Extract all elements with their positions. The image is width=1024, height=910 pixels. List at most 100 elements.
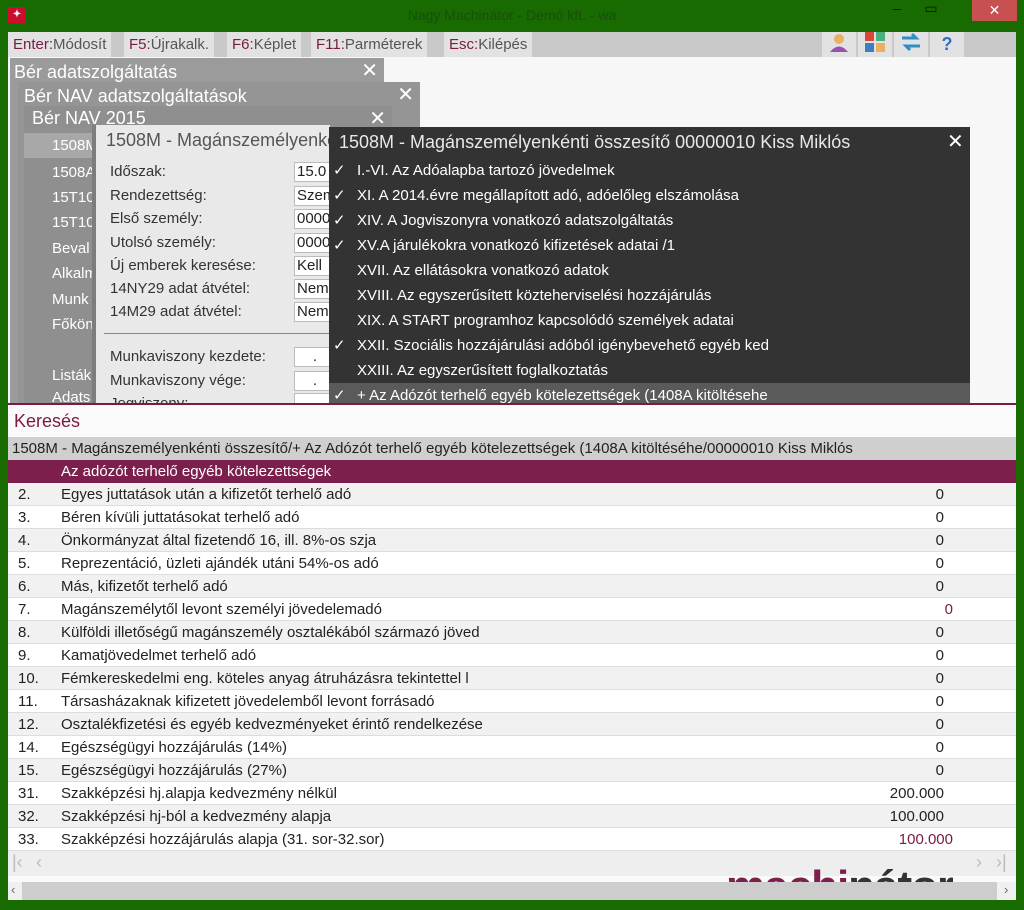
row-value: 0 xyxy=(935,486,944,503)
menu-item[interactable]: XVIII. Az egyszerűsített közteherviselés… xyxy=(329,283,970,308)
row-value: 0 xyxy=(935,693,944,710)
list-item[interactable]: 1508M xyxy=(52,137,98,154)
table-row[interactable]: 2. Egyes juttatások után a kifizetőt terh… xyxy=(8,483,1016,506)
table-row[interactable]: 12. Osztalékfizetési és egyéb kedvezménye… xyxy=(8,713,1016,736)
section-menu: 1508M - Magánszemélyenkénti összesítő 00… xyxy=(329,127,970,403)
list-item[interactable]: Beval xyxy=(52,240,90,257)
ordering-field[interactable]: Szem xyxy=(294,186,330,206)
list-item[interactable]: Munk xyxy=(52,291,89,308)
esc-exit-button[interactable]: Esc:Kilépés xyxy=(444,32,533,57)
table-row[interactable]: 7. Magánszemélytől levont személyi jövede… xyxy=(8,598,1016,621)
employment-start-field[interactable]: . xyxy=(294,347,330,367)
swap-icon[interactable] xyxy=(894,32,928,57)
row-value: 0 xyxy=(935,647,944,664)
maximize-button[interactable]: ▭ xyxy=(914,0,948,21)
scrollbar-thumb[interactable] xyxy=(22,882,997,900)
row-number: 9. xyxy=(18,647,31,664)
last-page-icon[interactable]: ›| xyxy=(996,852,1007,873)
table-row[interactable]: 11. Társasházaknak kifizetett jövedelembő… xyxy=(8,690,1016,713)
key-label: Enter: xyxy=(13,36,54,53)
check-icon: ✓ xyxy=(333,387,346,403)
minimize-button[interactable]: ‒ xyxy=(880,0,914,21)
close-icon[interactable]: ✕ xyxy=(361,58,378,83)
field-label: 14NY29 adat átvétel: xyxy=(110,280,251,297)
table-row[interactable]: 4. Önkormányzat által fizetendő 16, ill. … xyxy=(8,529,1016,552)
table-row[interactable]: 8. Külföldi illetőségű magánszemély oszta… xyxy=(8,621,1016,644)
close-window-button[interactable]: ✕ xyxy=(972,0,1017,21)
menu-item[interactable]: XIX. A START programhoz kapcsolódó szemé… xyxy=(329,308,970,333)
menu-item[interactable]: XXIII. Az egyszerűsített foglalkoztatás xyxy=(329,358,970,383)
table-row[interactable]: 33. Szakképzési hozzájárulás alapja (31. … xyxy=(8,828,1016,851)
prev-page-icon[interactable]: ‹ xyxy=(36,852,42,873)
row-value: 0 xyxy=(935,578,944,595)
14m29-field[interactable]: Nem xyxy=(294,302,330,322)
first-page-icon[interactable]: |‹ xyxy=(12,852,23,873)
menu-item[interactable]: XVII. Az ellátásokra vonatkozó adatok xyxy=(329,258,970,283)
check-icon: ✓ xyxy=(333,237,346,254)
f6-formula-button[interactable]: F6:Képlet xyxy=(227,32,302,57)
check-icon: ✓ xyxy=(333,162,346,179)
horizontal-scrollbar[interactable]: ‹ › xyxy=(8,882,1016,900)
list-item[interactable]: Listák xyxy=(52,367,91,384)
first-person-field[interactable]: 0000 xyxy=(294,209,330,229)
check-icon: ✓ xyxy=(333,212,346,229)
button-label: Kilépés xyxy=(478,36,528,53)
menu-item[interactable]: ✓ I.-VI. Az Adóalapba tartozó jövedelmek xyxy=(329,158,970,183)
title-bar: ✦ Nagy Machinátor - Demó kft. - wa ‒ ▭ ✕ xyxy=(0,0,1024,30)
help-icon[interactable]: ? xyxy=(930,32,964,57)
menu-item[interactable]: ✓ XXII. Szociális hozzájárulási adóból ig… xyxy=(329,333,970,358)
table-row[interactable]: 32. Szakképzési hj-ból a kedvezmény alapj… xyxy=(8,805,1016,828)
new-people-field[interactable]: Kell xyxy=(294,256,330,276)
f5-recalc-button[interactable]: F5:Újrakalk. xyxy=(124,32,215,57)
menu-item-label: XVII. Az ellátásokra vonatkozó adatok xyxy=(357,262,609,279)
close-icon[interactable]: ✕ xyxy=(397,82,414,107)
row-value: 0 xyxy=(935,739,944,756)
next-page-icon[interactable]: › xyxy=(976,852,982,873)
scroll-left-icon[interactable]: ‹ xyxy=(11,882,15,897)
last-person-field[interactable]: 0000 xyxy=(294,233,330,253)
scroll-right-icon[interactable]: › xyxy=(1004,882,1008,897)
f11-parameters-button[interactable]: F11:Parméterek xyxy=(311,32,428,57)
row-description: Béren kívüli juttatásokat terhelő adó xyxy=(61,509,300,526)
table-row[interactable]: 9. Kamatjövedelmet terhelő adó 0 xyxy=(8,644,1016,667)
row-value: 0 xyxy=(935,762,944,779)
table-row[interactable]: 15. Egészségügyi hozzájárulás (27%) 0 xyxy=(8,759,1016,782)
table-row[interactable]: 3. Béren kívüli juttatásokat terhelő adó 0 xyxy=(8,506,1016,529)
employment-end-field[interactable]: . xyxy=(294,371,330,391)
menu-item[interactable]: ✓ XV.A járulékokra vonatkozó kifizetések … xyxy=(329,233,970,258)
row-number: 31. xyxy=(18,785,39,802)
table-row[interactable]: 10. Fémkereskedelmi eng. köteles anyag át… xyxy=(8,667,1016,690)
list-item[interactable]: Alkalm xyxy=(52,265,97,282)
row-value: 0 xyxy=(935,532,944,549)
enter-modify-button[interactable]: Enter:Módosít xyxy=(8,32,112,57)
key-label: Esc: xyxy=(449,36,479,53)
group-header-row[interactable]: Az adózót terhelő egyéb kötelezettségek xyxy=(8,460,1016,483)
menu-item[interactable]: ✓ XIV. A Jogviszonyra vonatkozó adatszolg… xyxy=(329,208,970,233)
tiles-icon[interactable] xyxy=(858,32,892,57)
menu-title: 1508M - Magánszemélyenkénti összesítő 00… xyxy=(339,132,851,152)
user-icon[interactable] xyxy=(822,32,856,57)
row-description: Szakképzési hozzájárulás alapja (31. sor… xyxy=(61,831,385,848)
row-number: 14. xyxy=(18,739,39,756)
table-row[interactable]: 31. Szakképzési hj.alapja kedvezmény nélk… xyxy=(8,782,1016,805)
row-number: 11. xyxy=(18,693,38,710)
table-row[interactable]: 5. Reprezentáció, üzleti ajándék utáni 54… xyxy=(8,552,1016,575)
row-number: 10. xyxy=(18,670,39,687)
menu-item[interactable]: ✓ XI. A 2014.évre megállapított adó, adóe… xyxy=(329,183,970,208)
table-row[interactable]: 14. Egészségügyi hozzájárulás (14%) 0 xyxy=(8,736,1016,759)
list-item[interactable]: 15T10 xyxy=(52,189,95,206)
period-field[interactable]: 15.0 xyxy=(294,162,330,182)
list-item[interactable]: 15T10 xyxy=(52,214,95,231)
menu-item-label: I.-VI. Az Adóalapba tartozó jövedelmek xyxy=(357,162,615,179)
14ny29-field[interactable]: Nem xyxy=(294,279,330,299)
row-number: 8. xyxy=(18,624,31,641)
legal-relation-field[interactable] xyxy=(294,393,330,403)
menu-item[interactable]: ✓ + Az Adózót terhelő egyéb kötelezettség… xyxy=(329,383,970,403)
list-item[interactable]: 1508A xyxy=(52,164,95,181)
table-row[interactable]: 6. Más, kifizetőt terhelő adó 0 xyxy=(8,575,1016,598)
row-description: Önkormányzat által fizetendő 16, ill. 8%… xyxy=(61,532,377,549)
field-label: Időszak: xyxy=(110,163,166,180)
menu-item-label: XV.A járulékokra vonatkozó kifizetések a… xyxy=(357,237,675,254)
list-item[interactable]: Főkön xyxy=(52,316,94,333)
close-icon[interactable]: ✕ xyxy=(947,129,964,154)
